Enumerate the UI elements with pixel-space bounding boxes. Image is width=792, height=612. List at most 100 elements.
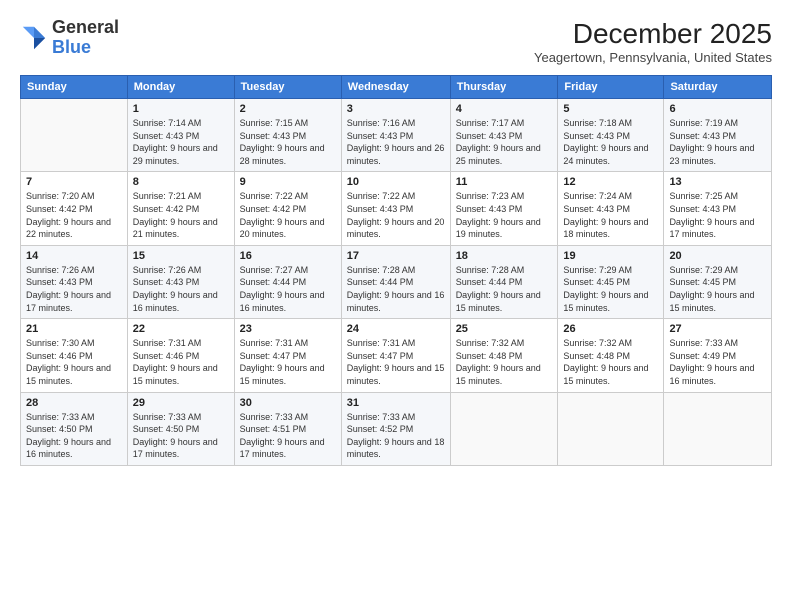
day-number: 17 [347,250,445,262]
day-info: Sunrise: 7:24 AMSunset: 4:43 PMDaylight:… [563,190,658,240]
weekday-header: Tuesday [234,76,341,99]
logo: General Blue [20,18,119,58]
day-number: 15 [133,250,229,262]
day-info: Sunrise: 7:33 AMSunset: 4:50 PMDaylight:… [133,411,229,461]
day-info: Sunrise: 7:33 AMSunset: 4:51 PMDaylight:… [240,411,336,461]
calendar-cell: 9 Sunrise: 7:22 AMSunset: 4:42 PMDaylight… [234,172,341,245]
day-number: 26 [563,323,658,335]
day-info: Sunrise: 7:17 AMSunset: 4:43 PMDaylight:… [456,117,553,167]
weekday-header: Sunday [21,76,128,99]
calendar-cell: 30Sunrise: 7:33 AMSunset: 4:51 PMDayligh… [234,392,341,465]
weekday-header: Friday [558,76,664,99]
calendar-cell: 5 Sunrise: 7:18 AMSunset: 4:43 PMDaylight… [558,99,664,172]
calendar-cell: 14Sunrise: 7:26 AMSunset: 4:43 PMDayligh… [21,245,128,318]
calendar-cell: 10 Sunrise: 7:22 AMSunset: 4:43 PMDayligh… [341,172,450,245]
calendar-header: SundayMondayTuesdayWednesdayThursdayFrid… [21,76,772,99]
day-number: 24 [347,323,445,335]
weekday-header: Saturday [664,76,772,99]
day-number: 18 [456,250,553,262]
day-info: Sunrise: 7:15 AMSunset: 4:43 PMDaylight:… [240,117,336,167]
day-info: Sunrise: 7:31 AMSunset: 4:46 PMDaylight:… [133,337,229,387]
day-info: Sunrise: 7:19 AMSunset: 4:43 PMDaylight:… [669,117,766,167]
day-number: 23 [240,323,336,335]
page-header: General Blue December 2025 Yeagertown, P… [20,18,772,65]
weekday-header: Thursday [450,76,558,99]
day-number: 28 [26,397,122,409]
calendar-cell: 26 Sunrise: 7:32 AMSunset: 4:48 PMDayligh… [558,319,664,392]
title-block: December 2025 Yeagertown, Pennsylvania, … [534,18,772,65]
day-number: 13 [669,176,766,188]
day-info: Sunrise: 7:28 AMSunset: 4:44 PMDaylight:… [347,264,445,314]
day-info: Sunrise: 7:28 AMSunset: 4:44 PMDaylight:… [456,264,553,314]
logo-icon [20,24,48,52]
calendar-cell [664,392,772,465]
day-number: 5 [563,103,658,115]
day-info: Sunrise: 7:31 AMSunset: 4:47 PMDaylight:… [347,337,445,387]
calendar-cell: 2 Sunrise: 7:15 AMSunset: 4:43 PMDaylight… [234,99,341,172]
day-info: Sunrise: 7:18 AMSunset: 4:43 PMDaylight:… [563,117,658,167]
day-number: 7 [26,176,122,188]
day-number: 22 [133,323,229,335]
day-number: 16 [240,250,336,262]
calendar-cell: 13 Sunrise: 7:25 AMSunset: 4:43 PMDayligh… [664,172,772,245]
day-number: 4 [456,103,553,115]
day-info: Sunrise: 7:22 AMSunset: 4:42 PMDaylight:… [240,190,336,240]
day-info: Sunrise: 7:31 AMSunset: 4:47 PMDaylight:… [240,337,336,387]
day-number: 6 [669,103,766,115]
calendar-cell: 7 Sunrise: 7:20 AMSunset: 4:42 PMDaylight… [21,172,128,245]
day-info: Sunrise: 7:26 AMSunset: 4:43 PMDaylight:… [133,264,229,314]
calendar-cell: 19Sunrise: 7:29 AMSunset: 4:45 PMDayligh… [558,245,664,318]
day-number: 10 [347,176,445,188]
day-number: 19 [563,250,658,262]
calendar-cell: 24 Sunrise: 7:31 AMSunset: 4:47 PMDayligh… [341,319,450,392]
day-number: 21 [26,323,122,335]
logo-text: General Blue [52,18,119,58]
day-number: 9 [240,176,336,188]
calendar-cell [21,99,128,172]
day-info: Sunrise: 7:23 AMSunset: 4:43 PMDaylight:… [456,190,553,240]
day-number: 2 [240,103,336,115]
calendar-table: SundayMondayTuesdayWednesdayThursdayFrid… [20,75,772,466]
day-info: Sunrise: 7:16 AMSunset: 4:43 PMDaylight:… [347,117,445,167]
day-number: 20 [669,250,766,262]
day-number: 12 [563,176,658,188]
calendar-cell: 15 Sunrise: 7:26 AMSunset: 4:43 PMDayligh… [127,245,234,318]
day-number: 25 [456,323,553,335]
calendar-cell: 3 Sunrise: 7:16 AMSunset: 4:43 PMDaylight… [341,99,450,172]
day-info: Sunrise: 7:22 AMSunset: 4:43 PMDaylight:… [347,190,445,240]
day-info: Sunrise: 7:33 AMSunset: 4:49 PMDaylight:… [669,337,766,387]
weekday-header: Monday [127,76,234,99]
day-info: Sunrise: 7:25 AMSunset: 4:43 PMDaylight:… [669,190,766,240]
weekday-header: Wednesday [341,76,450,99]
month-year: December 2025 [534,18,772,50]
day-number: 1 [133,103,229,115]
calendar-cell: 16Sunrise: 7:27 AMSunset: 4:44 PMDayligh… [234,245,341,318]
calendar-cell: 18 Sunrise: 7:28 AMSunset: 4:44 PMDayligh… [450,245,558,318]
day-info: Sunrise: 7:20 AMSunset: 4:42 PMDaylight:… [26,190,122,240]
day-number: 3 [347,103,445,115]
day-number: 8 [133,176,229,188]
calendar-cell: 31Sunrise: 7:33 AMSunset: 4:52 PMDayligh… [341,392,450,465]
calendar-cell: 1 Sunrise: 7:14 AMSunset: 4:43 PMDaylight… [127,99,234,172]
day-info: Sunrise: 7:33 AMSunset: 4:50 PMDaylight:… [26,411,122,461]
calendar-cell: 6 Sunrise: 7:19 AMSunset: 4:43 PMDaylight… [664,99,772,172]
calendar-cell: 25 Sunrise: 7:32 AMSunset: 4:48 PMDayligh… [450,319,558,392]
day-info: Sunrise: 7:32 AMSunset: 4:48 PMDaylight:… [563,337,658,387]
calendar-cell: 8 Sunrise: 7:21 AMSunset: 4:42 PMDaylight… [127,172,234,245]
day-number: 29 [133,397,229,409]
day-info: Sunrise: 7:33 AMSunset: 4:52 PMDaylight:… [347,411,445,461]
calendar-cell [558,392,664,465]
day-info: Sunrise: 7:30 AMSunset: 4:46 PMDaylight:… [26,337,122,387]
calendar-cell: 29 Sunrise: 7:33 AMSunset: 4:50 PMDayligh… [127,392,234,465]
calendar-cell: 22 Sunrise: 7:31 AMSunset: 4:46 PMDayligh… [127,319,234,392]
calendar-cell [450,392,558,465]
day-info: Sunrise: 7:14 AMSunset: 4:43 PMDaylight:… [133,117,229,167]
calendar-cell: 11 Sunrise: 7:23 AMSunset: 4:43 PMDayligh… [450,172,558,245]
calendar-cell: 21 Sunrise: 7:30 AMSunset: 4:46 PMDayligh… [21,319,128,392]
day-number: 11 [456,176,553,188]
calendar-cell: 23 Sunrise: 7:31 AMSunset: 4:47 PMDayligh… [234,319,341,392]
calendar-cell: 17 Sunrise: 7:28 AMSunset: 4:44 PMDayligh… [341,245,450,318]
day-info: Sunrise: 7:32 AMSunset: 4:48 PMDaylight:… [456,337,553,387]
calendar-cell: 12 Sunrise: 7:24 AMSunset: 4:43 PMDayligh… [558,172,664,245]
day-info: Sunrise: 7:21 AMSunset: 4:42 PMDaylight:… [133,190,229,240]
